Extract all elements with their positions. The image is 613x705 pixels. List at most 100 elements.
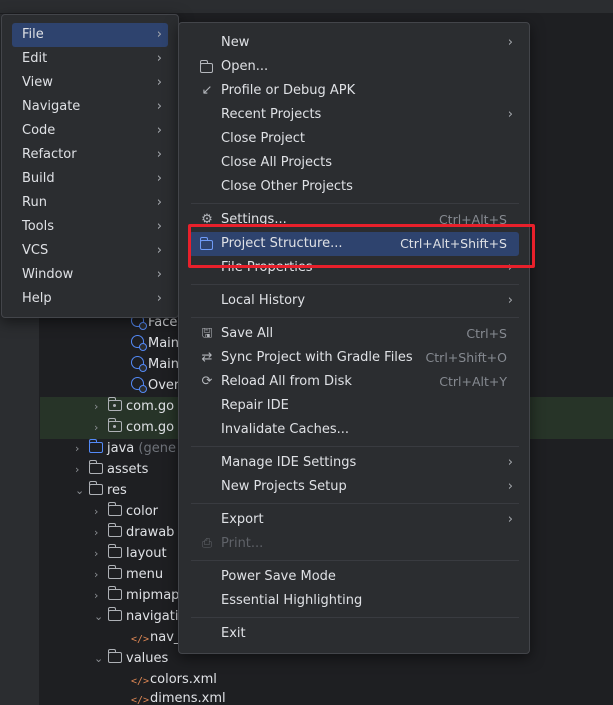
kotlin-class-icon (131, 377, 147, 393)
file-close-project[interactable]: Close Project (189, 127, 519, 151)
source-folder-icon (89, 439, 103, 453)
chevron-right-icon: › (507, 107, 513, 122)
chevron-right-icon: › (156, 291, 162, 306)
file-close-other-projects[interactable]: Close Other Projects (189, 175, 519, 199)
annotation-highlight-box (188, 224, 535, 268)
reload-icon: ⟳ (201, 374, 213, 389)
menu-tools[interactable]: Tools › (12, 215, 168, 239)
tree-item-layout[interactable]: › layout (94, 543, 167, 564)
chevron-down-icon[interactable]: ⌄ (94, 648, 108, 669)
file-manage-ide-settings[interactable]: Manage IDE Settings › (189, 451, 519, 475)
menu-separator (191, 560, 519, 561)
file-save-all[interactable]: 🖫 Save All Ctrl+S (189, 322, 519, 346)
menu-navigate[interactable]: Navigate › (12, 95, 168, 119)
file-new[interactable]: New › (189, 31, 519, 55)
tree-item-main-1[interactable]: Main (131, 333, 179, 354)
chevron-right-icon: › (156, 195, 162, 210)
chevron-right-icon: › (156, 267, 162, 282)
file-repair-ide[interactable]: Repair IDE (189, 394, 519, 418)
menu-separator (191, 317, 519, 318)
chevron-right-icon[interactable]: › (75, 438, 89, 459)
chevron-right-icon[interactable]: › (94, 522, 108, 543)
chevron-down-icon[interactable]: ⌄ (75, 480, 89, 501)
chevron-right-icon: › (507, 512, 513, 527)
tree-item-color[interactable]: › color (94, 501, 158, 522)
folder-icon (108, 502, 122, 516)
tree-item-main-2[interactable]: Main (131, 354, 179, 375)
chevron-right-icon[interactable]: › (94, 585, 108, 606)
xml-file-icon: </> (131, 676, 150, 687)
file-invalidate-caches[interactable]: Invalidate Caches... (189, 418, 519, 442)
chevron-right-icon: › (156, 147, 162, 162)
menu-code[interactable]: Code › (12, 119, 168, 143)
menu-help[interactable]: Help › (12, 287, 168, 311)
chevron-right-icon: › (156, 123, 162, 138)
xml-file-icon: </> (131, 634, 150, 645)
folder-open-icon (200, 60, 213, 73)
chevron-right-icon[interactable]: › (94, 564, 108, 585)
gradle-sync-icon: ⇄ (201, 350, 213, 365)
tree-item-drawable[interactable]: › drawab (94, 522, 174, 543)
tree-item-nav-file[interactable]: </>nav_ (131, 627, 180, 648)
package-folder-icon (108, 397, 122, 411)
kotlin-class-icon (131, 335, 147, 351)
tree-item-assets[interactable]: › assets (75, 459, 148, 480)
tree-item-mipmap[interactable]: › mipmap (94, 585, 179, 606)
save-icon: 🖫 (201, 326, 213, 341)
xml-file-icon: </> (131, 695, 150, 705)
menu-separator (191, 503, 519, 504)
file-open[interactable]: Open... (189, 55, 519, 79)
menu-edit[interactable]: Edit › (12, 47, 168, 71)
tree-item-java-generated[interactable]: › java (gene (75, 438, 176, 459)
menu-view[interactable]: View › (12, 71, 168, 95)
tree-item-values[interactable]: ⌄ values (94, 648, 168, 669)
file-exit[interactable]: Exit (189, 622, 519, 646)
folder-icon (108, 607, 122, 621)
folder-icon (108, 544, 122, 558)
tree-item-menu[interactable]: › menu (94, 564, 163, 585)
menu-file[interactable]: File › (12, 23, 168, 47)
menu-refactor[interactable]: Refactor › (12, 143, 168, 167)
file-power-save-mode[interactable]: Power Save Mode (189, 565, 519, 589)
file-local-history[interactable]: Local History › (189, 289, 519, 313)
menu-separator (191, 203, 519, 204)
file-close-all-projects[interactable]: Close All Projects (189, 151, 519, 175)
chevron-right-icon: › (156, 51, 162, 66)
file-recent-projects[interactable]: Recent Projects › (189, 103, 519, 127)
tree-item-navigation[interactable]: ⌄ navigati (94, 606, 178, 627)
chevron-right-icon[interactable]: › (75, 459, 89, 480)
tree-item-package-1[interactable]: › com.go (94, 396, 174, 417)
file-sync-gradle[interactable]: ⇄ Sync Project with Gradle Files Ctrl+Shif… (189, 346, 519, 370)
menu-vcs[interactable]: VCS › (12, 239, 168, 263)
tree-item-dimens-xml[interactable]: </>dimens.xml (131, 688, 226, 705)
file-new-projects-setup[interactable]: New Projects Setup › (189, 475, 519, 499)
menu-build[interactable]: Build › (12, 167, 168, 191)
file-menu: New › Open... ↙ Profile or Debug APK Recen… (178, 22, 530, 654)
kotlin-class-icon (131, 356, 147, 372)
chevron-right-icon: › (156, 243, 162, 258)
chevron-right-icon[interactable]: › (94, 501, 108, 522)
menu-run[interactable]: Run › (12, 191, 168, 215)
tree-item-res[interactable]: ⌄ res (75, 480, 127, 501)
tree-item-package-2[interactable]: › com.go (94, 417, 174, 438)
file-essential-highlighting[interactable]: Essential Highlighting (189, 589, 519, 613)
file-export[interactable]: Export › (189, 508, 519, 532)
tree-item-colors-xml[interactable]: </>colors.xml (131, 669, 217, 690)
file-reload-all[interactable]: ⟳ Reload All from Disk Ctrl+Alt+Y (189, 370, 519, 394)
menu-window[interactable]: Window › (12, 263, 168, 287)
main-menu: File › Edit › View › Navigate › Code › Refact… (1, 14, 179, 318)
chevron-right-icon[interactable]: › (94, 396, 108, 417)
chevron-right-icon: › (156, 75, 162, 90)
menu-separator (191, 284, 519, 285)
profile-apk-icon: ↙ (201, 83, 213, 98)
chevron-right-icon: › (156, 171, 162, 186)
chevron-right-icon: › (507, 35, 513, 50)
chevron-right-icon: › (156, 219, 162, 234)
chevron-right-icon[interactable]: › (94, 543, 108, 564)
chevron-right-icon[interactable]: › (94, 417, 108, 438)
folder-icon (108, 649, 122, 663)
chevron-right-icon: › (156, 27, 162, 42)
file-profile-apk[interactable]: ↙ Profile or Debug APK (189, 79, 519, 103)
chevron-down-icon[interactable]: ⌄ (94, 606, 108, 627)
tree-item-over[interactable]: Over (131, 375, 179, 396)
